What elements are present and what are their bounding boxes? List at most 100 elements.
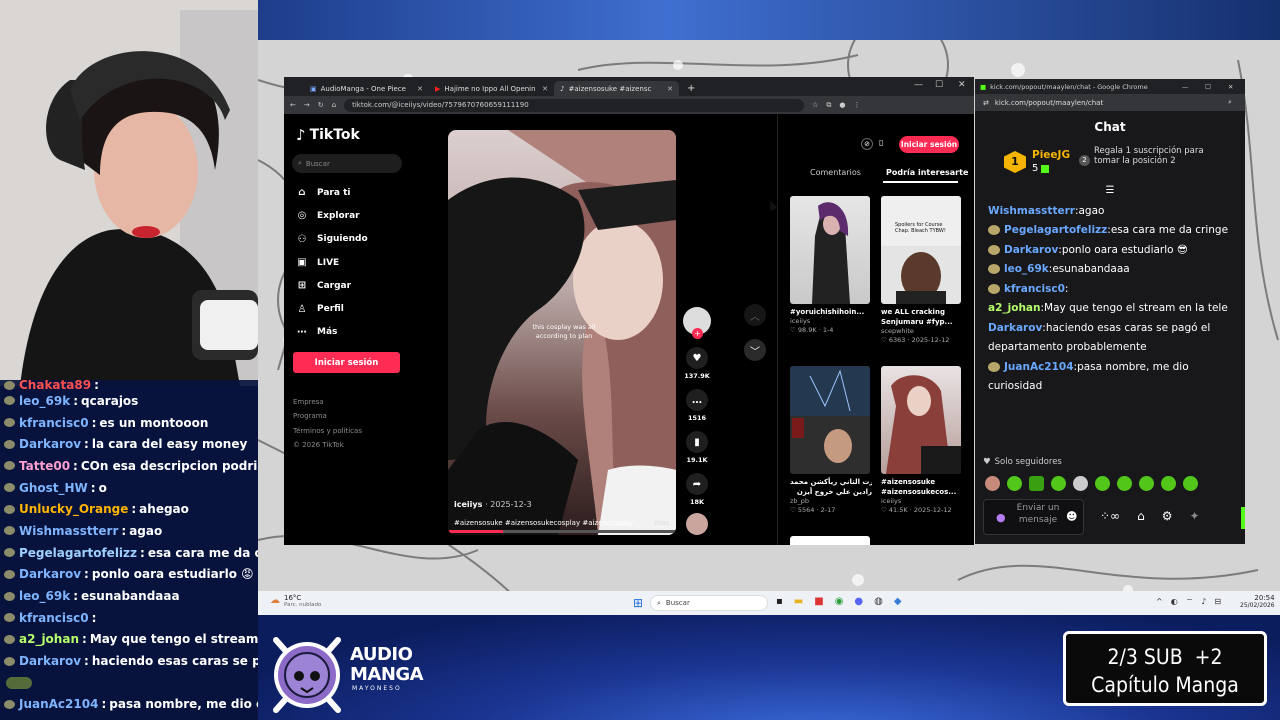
close-window-icon[interactable]: ✕ (958, 80, 966, 90)
maximize-icon[interactable]: ☐ (935, 80, 943, 90)
previous-video-button[interactable]: ︿ (744, 304, 766, 326)
music-disc[interactable] (686, 513, 708, 535)
menu-dots-icon[interactable]: ⋮ (853, 101, 860, 109)
nav-item-perfil[interactable]: ♙ Perfil (284, 297, 444, 320)
close-tab-icon[interactable]: ✕ (667, 85, 673, 93)
weather-widget[interactable]: ☁ 16°C Parc. nublado (270, 595, 321, 609)
app-icon[interactable]: ■ (814, 596, 823, 607)
home-icon[interactable]: ⌂ (332, 101, 336, 109)
extensions-icon[interactable]: ⧉ (826, 101, 831, 110)
emote-icon[interactable] (1051, 476, 1066, 491)
suggestion-card[interactable]: #yoruichishihoin... iceiiys ♡ 98.9K · 1-… (790, 196, 872, 335)
suggestion-author[interactable]: iceiiys (790, 317, 872, 326)
nav-item-live[interactable]: ▣ LIVE (284, 251, 444, 274)
tab-comentarios[interactable]: Comentarios (810, 168, 861, 177)
share-icon[interactable]: ➦ (686, 473, 708, 495)
kick-points-icon[interactable]: ⁘∞ (1100, 509, 1120, 523)
video-progress-bar[interactable] (448, 530, 676, 533)
tray-icon[interactable]: ⊟ (1214, 597, 1221, 607)
new-tab-button[interactable]: + (687, 83, 695, 94)
suggestion-card[interactable]: Spoilers for Course Chap. Bleach TYBW! w… (881, 196, 963, 345)
zoom-icon[interactable]: ⌕ (1228, 98, 1232, 107)
emote-picker-icon[interactable]: ☻ (1066, 510, 1077, 523)
back-icon[interactable]: ← (290, 101, 296, 109)
clock[interactable]: 20:54 25/02/2026 (1240, 594, 1275, 610)
suggestion-author[interactable]: scepwhite (881, 327, 963, 336)
kick-chat-username[interactable]: Wishmasstterr (988, 205, 1075, 217)
nav-item-cargar[interactable]: ⊞ Cargar (284, 274, 444, 297)
close-window-icon[interactable]: ✕ (1228, 83, 1233, 91)
chat-input[interactable]: ● Enviar un mensaje ☻ (983, 499, 1084, 535)
video-more-link[interactable]: más (654, 519, 669, 527)
kick-chat-username[interactable]: leo_69k (1004, 263, 1049, 275)
footer-link[interactable]: Empresa (293, 398, 444, 412)
kick-chat-username[interactable]: Pegelagartofelizz (1004, 224, 1107, 236)
tiktok-logo[interactable]: ♪ TikTok (284, 114, 444, 146)
kick-url[interactable]: kick.com/popout/maaylen/chat (995, 99, 1103, 107)
kick-chat-username[interactable]: Darkarov (1004, 244, 1058, 256)
store-icon[interactable]: ⌂ (1137, 509, 1145, 523)
emote-icon[interactable] (1073, 476, 1088, 491)
suggestion-card[interactable]: بارت التاني ريأكشن محمد رادين علي خروج أ… (790, 366, 872, 515)
tray-icon[interactable]: ◐ (1171, 597, 1178, 607)
tab-hajime[interactable]: ▶ Hajime no Ippo All Openin ✕ (429, 81, 554, 96)
bookmark-star-icon[interactable]: ☆ (812, 101, 818, 109)
close-tab-icon[interactable]: ✕ (542, 85, 548, 93)
suggestion-card-partial[interactable] (790, 536, 870, 545)
emote-icon[interactable] (1183, 476, 1198, 491)
kick-chat-username[interactable]: kfrancisc0 (1004, 283, 1065, 295)
emote-icon[interactable] (985, 476, 1000, 491)
emote-icon[interactable] (1029, 476, 1044, 491)
suggestion-author[interactable]: iceiiys (881, 497, 963, 506)
footer-link[interactable]: Términos y políticas (293, 427, 444, 441)
emote-icon[interactable] (1095, 476, 1110, 491)
network-icon[interactable]: ⌔ (1186, 597, 1194, 607)
suggestion-author[interactable]: zb_pb (790, 497, 872, 506)
kick-chat-username[interactable]: JuanAc2104 (1004, 361, 1074, 373)
tab-audiomanga[interactable]: ▣ AudioManga - One Piece ✕ (304, 81, 429, 96)
url-field[interactable]: tiktok.com/@iceiiys/video/75796707606591… (344, 98, 805, 112)
right-login-button[interactable]: Iniciar sesión (899, 136, 959, 153)
nav-item-más[interactable]: ⋯ Más (284, 321, 444, 344)
badges-icon[interactable]: ✦ (1189, 509, 1199, 523)
reload-icon[interactable]: ↻ (318, 101, 324, 109)
taskbar-search[interactable]: ⌕ Buscar (650, 595, 768, 611)
file-explorer-icon[interactable]: ▬ (794, 596, 803, 607)
top-gifter-name[interactable]: PieeJG (1032, 149, 1070, 161)
start-button-icon[interactable]: ⊞ (633, 596, 643, 610)
settings-gear-icon[interactable]: ⚙ (1162, 509, 1173, 523)
tab-podria-interesarte[interactable]: Podría interesarte (886, 168, 968, 177)
emote-icon[interactable] (1139, 476, 1154, 491)
tray-arrow-icon[interactable]: ^ (1156, 597, 1163, 607)
video-hashtags[interactable]: #aizensosuke #aizensosukecosplay #aizenc… (454, 519, 642, 527)
close-tab-icon[interactable]: ✕ (417, 85, 423, 93)
task-view-icon[interactable]: ▪ (776, 596, 783, 607)
device-icon[interactable]: ▯ (879, 138, 883, 147)
creator-avatar[interactable]: + (683, 307, 711, 339)
kick-chat-username[interactable]: a2_johan (988, 302, 1041, 314)
discord-icon[interactable]: ● (854, 596, 863, 607)
compass-icon[interactable]: ⊘ (861, 138, 873, 150)
emote-icon[interactable] (1117, 476, 1132, 491)
app-icon[interactable]: ◆ (894, 596, 902, 607)
video-player[interactable]: this cosplay was all according to plan i… (448, 130, 676, 535)
next-video-button[interactable]: ﹀ (744, 339, 766, 361)
profile-avatar-icon[interactable]: ● (839, 101, 845, 109)
kick-chat-username[interactable]: Darkarov (988, 322, 1042, 334)
volume-icon[interactable]: ♪ (1201, 597, 1206, 607)
send-button[interactable] (1241, 507, 1245, 529)
video-author[interactable]: iceiiys (454, 500, 482, 509)
suggestion-card[interactable]: #aizensosuke #aizensosukecos... iceiiys … (881, 366, 963, 515)
site-info-icon[interactable]: ⇄ (983, 99, 989, 107)
forward-icon[interactable]: → (304, 101, 310, 109)
maximize-icon[interactable]: ☐ (1205, 83, 1211, 91)
login-button[interactable]: Iniciar sesión (293, 352, 400, 374)
comment-icon[interactable]: … (686, 389, 708, 411)
tab-tiktok[interactable]: ♪ #aizensosuke #aizensc ✕ (554, 81, 679, 96)
minimize-icon[interactable]: — (1182, 83, 1189, 91)
footer-link[interactable]: Programa (293, 412, 444, 426)
collapse-leaderboard-icon[interactable]: ☰ (975, 185, 1245, 201)
follow-plus-icon[interactable]: + (692, 328, 703, 339)
nav-item-explorar[interactable]: ◎ Explorar (284, 204, 444, 227)
emote-icon[interactable] (1007, 476, 1022, 491)
